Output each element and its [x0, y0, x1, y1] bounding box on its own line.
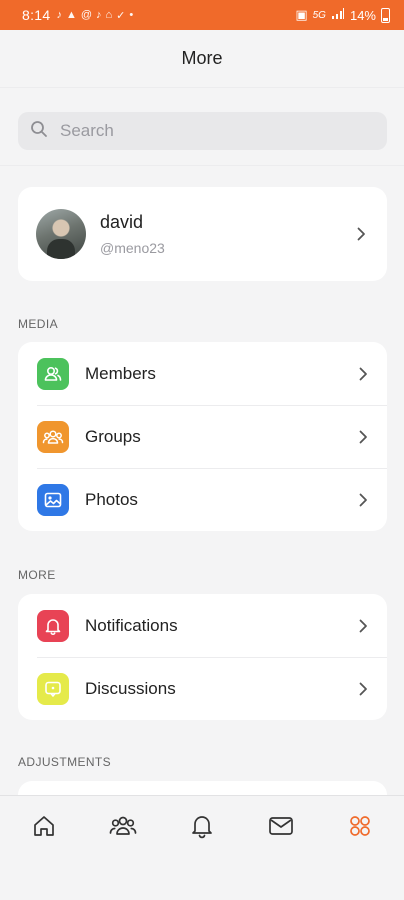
discussions-icon [37, 672, 69, 705]
tab-messages[interactable] [261, 806, 301, 846]
battery-icon [381, 7, 390, 23]
menu-item-discussions[interactable]: Discussions [18, 657, 387, 720]
menu-item-label: Groups [85, 426, 141, 446]
signal-icon [331, 7, 345, 23]
chevron-right-icon [359, 493, 367, 506]
menu-item-label: Members [85, 363, 156, 383]
menu-item-photos[interactable]: Photos [18, 468, 387, 531]
more-icon [350, 815, 371, 836]
status-notification-icons: ♪ ▲ @ ♪ ⌂ ✓ • [56, 9, 133, 22]
tab-home[interactable] [24, 806, 64, 846]
tiktok-icon: ♪ [56, 8, 62, 21]
status-time: 8:14 [22, 7, 51, 23]
menu-item-label: Notifications [85, 615, 178, 635]
bell-icon [37, 609, 69, 642]
menu-item-label: Photos [85, 489, 138, 509]
menu-item-notifications[interactable]: Notifications [18, 594, 387, 657]
media-card: Members Groups Photos [18, 342, 387, 531]
section-label-adjustments: ADJUSTMENTS [18, 755, 112, 769]
photos-icon [37, 483, 69, 516]
home-icon [33, 815, 54, 836]
chevron-right-icon [357, 227, 365, 241]
at-icon: @ [80, 8, 93, 21]
chevron-right-icon [359, 682, 367, 695]
search-section [0, 88, 404, 166]
status-bar: 8:14 ♪ ▲ @ ♪ ⌂ ✓ • ▣ 5G 14% [0, 0, 404, 30]
messages-icon [269, 816, 294, 835]
header: More [0, 30, 404, 88]
menu-item-members[interactable]: Members [18, 342, 387, 405]
profile-handle: @meno23 [100, 240, 165, 256]
chevron-right-icon [359, 430, 367, 443]
avatar [36, 209, 86, 259]
community-icon [109, 816, 137, 835]
notifications-icon [192, 815, 212, 838]
bottom-tab-bar [0, 795, 404, 855]
page-title: More [181, 48, 223, 68]
tab-community[interactable] [103, 806, 143, 846]
tab-notifications[interactable] [182, 806, 222, 846]
search-bar[interactable] [18, 112, 387, 150]
nfc-icon: ▣ [295, 7, 308, 22]
menu-item-groups[interactable]: Groups [18, 405, 387, 468]
chevron-right-icon [359, 367, 367, 380]
network-label: 5G [312, 9, 326, 21]
tiktok-icon: ♪ [96, 8, 102, 21]
dot-icon: • [129, 8, 134, 21]
search-input[interactable] [60, 121, 360, 141]
warning-icon: ▲ [65, 8, 77, 21]
profile-name: david [100, 212, 144, 232]
section-label-media: MEDIA [18, 317, 59, 331]
search-icon [30, 120, 48, 143]
chevron-right-icon [359, 619, 367, 632]
battery-label: 14% [349, 7, 376, 23]
members-icon [37, 357, 69, 390]
tab-more[interactable] [340, 806, 380, 846]
home-icon: ⌂ [105, 8, 113, 21]
menu-item-label: Discussions [85, 678, 176, 698]
groups-icon [37, 420, 69, 453]
system-navigation-bar [0, 855, 404, 900]
section-label-more: MORE [18, 568, 56, 582]
check-icon: ✓ [116, 9, 126, 22]
profile-card[interactable]: david @meno23 [18, 187, 387, 281]
more-card: Notifications Discussions [18, 594, 387, 720]
